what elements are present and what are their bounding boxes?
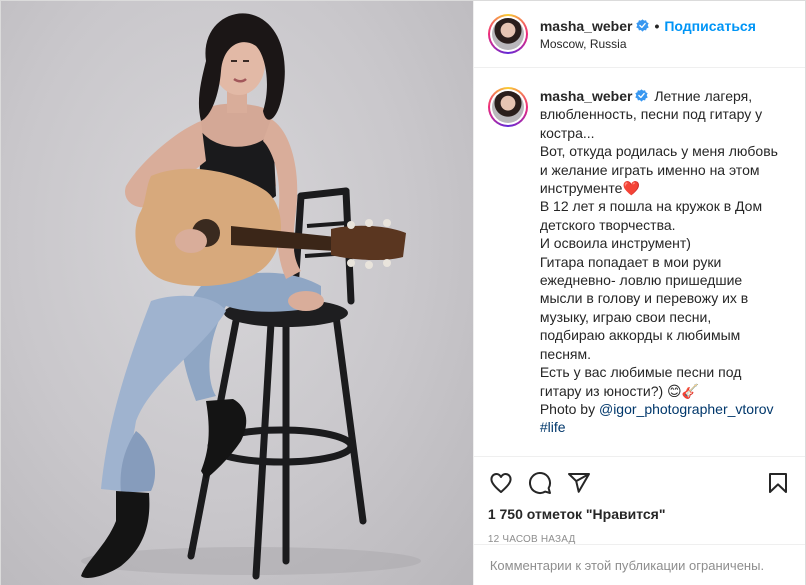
caption-line: и желание играть именно на этом (539, 161, 760, 178)
caption-line: гитару из юности?) 😊🎸 (539, 382, 700, 399)
caption-line: музыку, играю свои песни, (539, 308, 712, 325)
caption-line: ежедневно- ловлю пришедшие (539, 272, 743, 289)
comment-button[interactable] (527, 470, 553, 496)
caption-line: мысли в голову и перевожу их в (539, 290, 749, 307)
post-side-panel: masha_weber • Подписаться Moscow, Russia… (472, 1, 805, 585)
location-link[interactable]: Moscow, Russia (540, 37, 756, 51)
caption-text: masha_weber Летние лагеря, влюбленность,… (540, 87, 790, 455)
save-button[interactable] (765, 470, 791, 496)
post-header: masha_weber • Подписаться Moscow, Russia (473, 1, 805, 68)
caption-line: В 12 лет я пошла на кружок в Дом (539, 198, 763, 215)
share-icon (567, 473, 590, 493)
header-text: masha_weber • Подписаться Moscow, Russia (540, 18, 756, 51)
caption-line: Вот, откуда родилась у меня любовь (539, 143, 778, 160)
follow-button[interactable]: Подписаться (664, 18, 756, 34)
caption-username[interactable]: masha_weber (540, 88, 633, 104)
username-link[interactable]: masha_weber (540, 18, 633, 34)
caption-line: подбираю аккорды к любимым (539, 327, 741, 344)
comment-icon (528, 472, 551, 494)
avatar[interactable] (487, 14, 528, 54)
comments-disabled-notice: Комментарии к этой публикации ограничены… (473, 544, 805, 585)
caption-line: влюбленность, песни под гитару у (539, 106, 763, 123)
caption-line: костра... (539, 124, 595, 141)
verified-badge-icon (635, 89, 649, 102)
photographer-mention-link[interactable]: @igor_photographer_vtorov (599, 401, 774, 417)
photo-credit-prefix: Photo by (539, 400, 599, 417)
instagram-post: masha_weber • Подписаться Moscow, Russia… (0, 0, 806, 585)
post-photo[interactable] (1, 1, 473, 585)
separator-dot: • (654, 17, 660, 34)
caption-area: masha_weber Летние лагеря, влюбленность,… (474, 69, 805, 455)
heart-icon (490, 473, 512, 493)
share-button[interactable] (566, 470, 592, 496)
like-button[interactable] (488, 470, 514, 496)
woman-with-guitar-illustration (81, 13, 421, 580)
post-actions: 1 750 отметок "Нравится" 12 часов назад (473, 456, 805, 545)
caption-line: песням. (539, 345, 592, 362)
caption-line: И освоила инструмент) (539, 235, 691, 252)
caption-line: инструменте❤️ (539, 180, 640, 197)
caption-line: детского творчества. (539, 216, 676, 233)
action-icons-row (488, 463, 791, 503)
likes-count[interactable]: 1 750 отметок "Нравится" (488, 506, 791, 522)
bookmark-icon (769, 473, 787, 493)
verified-badge-icon (636, 19, 650, 32)
caption-line: Есть у вас любимые песни под (539, 364, 742, 381)
hashtag-link[interactable]: #life (540, 418, 790, 436)
caption-line: Летние лагеря, (654, 88, 753, 104)
caption-line: Гитара попадает в мои руки (539, 253, 722, 270)
caption-avatar[interactable] (487, 87, 528, 127)
